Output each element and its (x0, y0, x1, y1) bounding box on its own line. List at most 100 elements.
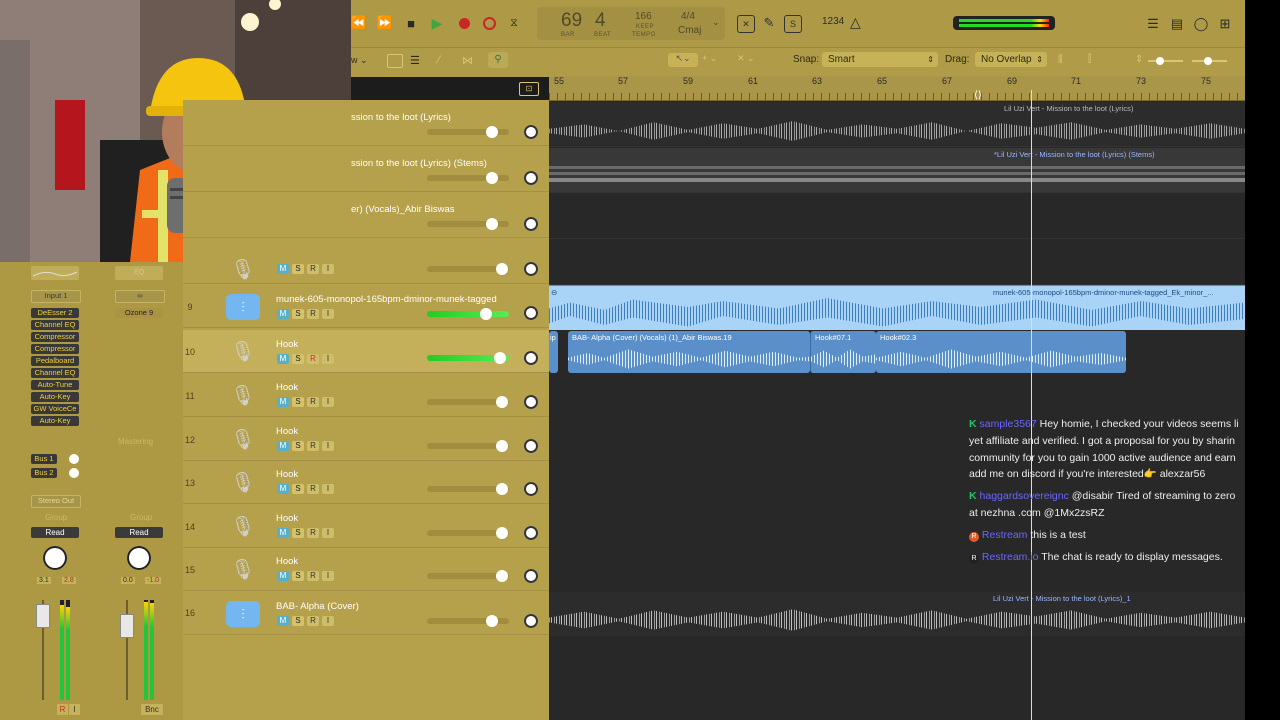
replace-icon[interactable]: ✕ (737, 15, 755, 33)
volume-fader[interactable] (36, 604, 50, 628)
input-button[interactable]: I (322, 528, 334, 538)
automation-mode-read-2[interactable]: Read (115, 527, 163, 538)
scissor-tool-icon[interactable]: ✕ ⌄ (737, 53, 755, 64)
track-row[interactable]: ssion to the loot (Lyrics) (Stems) (183, 149, 549, 192)
input-button[interactable]: I (322, 397, 334, 407)
mute-button[interactable]: M (277, 528, 289, 538)
flex-icon[interactable]: ⋈ (462, 54, 473, 67)
input-button[interactable]: I (322, 484, 334, 494)
track-row[interactable]: er) (Vocals)_Abir Biswas (183, 195, 549, 238)
tempo-value[interactable]: 166 (635, 11, 652, 22)
pointer-tool-icon[interactable]: ↖⌄ (668, 53, 698, 67)
input-button[interactable]: I (322, 354, 334, 364)
plugin-slot[interactable]: Compressor (31, 344, 79, 354)
solo-icon[interactable]: S (784, 15, 802, 33)
automation-mode-read[interactable]: Read (31, 527, 79, 538)
record-button[interactable]: R (307, 484, 319, 494)
track-volume-slider[interactable] (427, 218, 509, 230)
track-row[interactable]: 16 ⫶ BAB- Alpha (Cover) MSRI (183, 592, 549, 635)
lcd-display[interactable]: 69 4 BAR BEAT 166 KEEP TEMPO 4/4 Cmaj ⌄ (537, 7, 725, 40)
pencil-tool-icon[interactable]: + ⌄ (702, 53, 717, 64)
record-button[interactable]: R (307, 264, 319, 274)
metronome-icon[interactable]: △ (850, 14, 861, 31)
cycle-icon[interactable]: ⧖ (505, 14, 523, 32)
waveform-zoom-icon[interactable]: ⫼ (1058, 54, 1063, 65)
track-volume-slider[interactable] (427, 263, 509, 275)
list-editor-icon[interactable]: ☰ (1144, 15, 1162, 33)
plugin-slot[interactable]: Auto-Key (31, 416, 79, 426)
solo-button[interactable]: S (292, 354, 304, 364)
track-volume-slider[interactable] (427, 527, 509, 539)
track-row[interactable]: MSRI 🎙 (183, 241, 549, 284)
track-row[interactable]: 12 🎙 Hook MSRI (183, 418, 549, 461)
link-slot[interactable]: ∞ (115, 290, 165, 303)
send-knob-1[interactable] (69, 454, 79, 464)
zoom-out-icon[interactable]: ⇕ (1135, 54, 1143, 65)
track-pan-knob[interactable] (524, 614, 538, 628)
track-row[interactable]: 14 🎙 Hook MSRI (183, 505, 549, 548)
mute-button[interactable]: M (277, 484, 289, 494)
input-button[interactable]: I (322, 309, 334, 319)
track-pan-knob[interactable] (524, 439, 538, 453)
track-pan-knob[interactable] (524, 125, 538, 139)
track-pan-knob[interactable] (524, 482, 538, 496)
play-button[interactable]: ▶ (428, 14, 446, 32)
solo-button[interactable]: S (292, 264, 304, 274)
chevron-down-icon[interactable]: ⌄ (712, 17, 720, 28)
track-pan-knob[interactable] (524, 262, 538, 276)
mute-button[interactable]: M (277, 571, 289, 581)
track-volume-slider[interactable] (427, 570, 509, 582)
track-pan-knob[interactable] (524, 306, 538, 320)
snap-select[interactable]: Smart ⇕ (822, 52, 938, 67)
input-slot[interactable]: Input 1 (31, 290, 81, 303)
fast-forward-icon[interactable]: ⏩ (376, 14, 394, 32)
browser-icon[interactable]: ⊞ (1216, 15, 1234, 33)
grid-icon[interactable] (387, 54, 403, 68)
track-pan-knob[interactable] (524, 569, 538, 583)
plugin-slot[interactable]: Compressor (31, 332, 79, 342)
count-in-button[interactable]: 1234 (822, 16, 844, 27)
input-button[interactable]: I (322, 264, 334, 274)
stop-button[interactable]: ■ (402, 14, 420, 32)
group-slot-2[interactable]: Group (130, 513, 152, 522)
record-enable-button[interactable]: R (57, 704, 68, 715)
track-pan-knob[interactable] (524, 171, 538, 185)
track-volume-slider[interactable] (427, 483, 509, 495)
track-volume-slider[interactable] (427, 615, 509, 627)
output-slot[interactable]: Stereo Out (31, 495, 81, 508)
solo-button[interactable]: S (292, 484, 304, 494)
track-volume-slider[interactable] (427, 172, 509, 184)
record-button[interactable]: R (307, 528, 319, 538)
mute-button[interactable]: M (277, 616, 289, 626)
track-pan-knob[interactable] (524, 217, 538, 231)
input-button[interactable]: I (322, 441, 334, 451)
plugin-slot[interactable]: Auto-Key (31, 392, 79, 402)
resize-handle-icon[interactable]: ⟨⟩ (974, 90, 982, 101)
audio-region[interactable]: BAB- Alpha (Cover) (Vocals) (1)_Abir Bis… (568, 331, 810, 373)
audio-region[interactable]: *Lil Uzi Vert - Mission to the loot (Lyr… (549, 148, 1245, 192)
track-volume-slider[interactable] (427, 396, 509, 408)
plugin-slot[interactable]: Channel EQ (31, 320, 79, 330)
global-tracks-icon[interactable]: ⊡ (519, 82, 539, 96)
drag-select[interactable]: No Overlap ⇕ (975, 52, 1047, 67)
view-menu-fragment[interactable]: w ⌄ (351, 55, 368, 66)
audio-region[interactable]: ip (549, 331, 558, 373)
notepad-icon[interactable]: ▤ (1168, 15, 1186, 33)
plugin-slot[interactable]: Auto-Tune (31, 380, 79, 390)
track-volume-slider[interactable] (427, 440, 509, 452)
eq-thumbnail-2[interactable]: EQ (115, 266, 163, 280)
track-row[interactable]: 9 ⫶ munek-605-monopol-165bpm-dminor-mune… (183, 285, 549, 328)
solo-button[interactable]: S (292, 616, 304, 626)
audio-region[interactable]: Lil Uzi Vert - Mission to the loot (Lyri… (549, 592, 1245, 636)
solo-button[interactable]: S (292, 571, 304, 581)
eq-thumbnail[interactable] (31, 266, 79, 280)
solo-button[interactable]: S (292, 397, 304, 407)
record-button[interactable]: R (307, 354, 319, 364)
mute-button[interactable]: M (277, 441, 289, 451)
tuner-icon[interactable]: ✎ (761, 15, 777, 31)
track-pan-knob[interactable] (524, 395, 538, 409)
loop-browser-icon[interactable]: ◯ (1192, 15, 1210, 33)
pan-knob-2[interactable] (127, 546, 151, 570)
input-monitor-button[interactable]: I (69, 704, 80, 715)
track-row[interactable]: ssion to the loot (Lyrics) (183, 103, 549, 146)
